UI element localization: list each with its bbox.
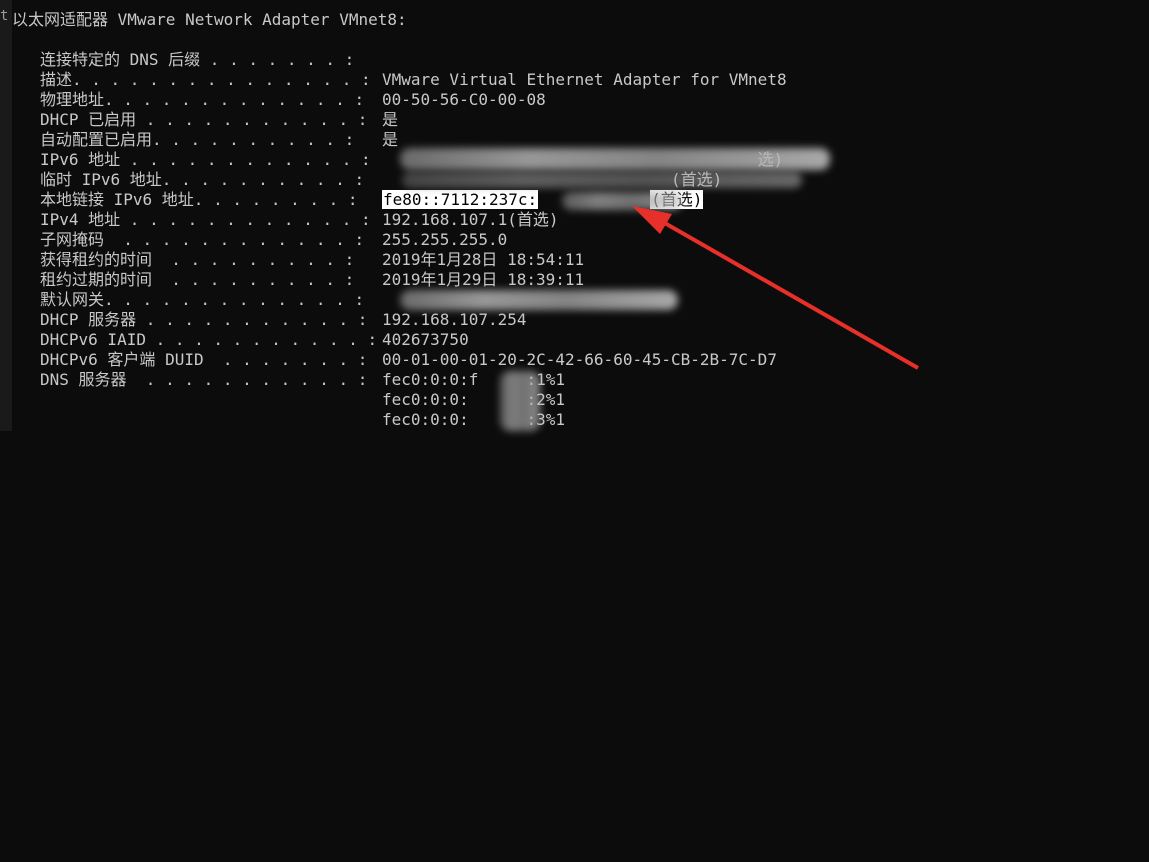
arrow-head <box>632 206 672 234</box>
arrow-shaft <box>655 216 919 370</box>
red-arrow-annotation <box>632 206 919 370</box>
